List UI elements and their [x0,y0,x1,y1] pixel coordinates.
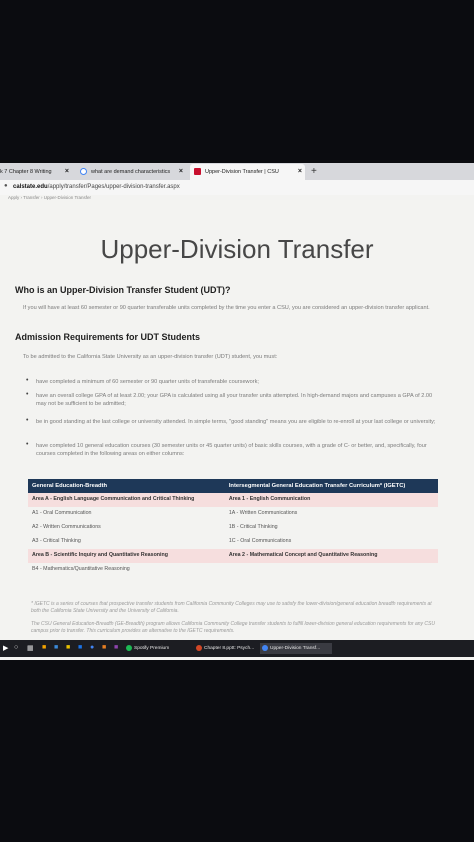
url-path: /apply/transfer/Pages/upper-division-tra… [47,184,180,190]
table-cell: 1B - Critical Thinking [228,524,278,530]
table-row: B4 - Mathematics/Quantitative Reasoning [28,563,438,577]
column-header: Intersegmental General Education Transfe… [224,479,438,493]
table-row: A2 - Written Communications 1B - Critica… [28,521,438,535]
browser-window: k 7 Chapter 8 Writing × what are demand … [0,163,474,660]
tab-label: k 7 Chapter 8 Writing [0,169,52,175]
word-icon[interactable]: ■ [78,644,82,651]
breadcrumb[interactable]: Apply › Transfer › Upper-Division Transf… [8,195,91,200]
taskbar: ▶ ○ ▦ ■ ■ ■ ■ ● ■ ■ Spotify Premium Chap… [0,640,474,657]
table-cell [225,563,438,577]
close-tab-icon[interactable]: × [65,164,69,180]
table-row: A1 - Oral Communication 1A - Written Com… [28,507,438,521]
tab-label: what are demand characteristics [91,169,171,175]
csu-favicon-icon [194,168,201,176]
app-icon[interactable]: ■ [114,644,118,651]
url-text: calstate.edu/apply/transfer/Pages/upper-… [13,182,180,193]
column-header: General Education-Breadth [28,479,225,493]
taskbar-app-label: Chapter 8.pptt: Psych... [204,646,255,651]
bullet-icon: • [26,417,29,424]
powerpoint-icon [196,645,202,651]
address-bar[interactable]: ● calstate.edu/apply/transfer/Pages/uppe… [0,180,474,195]
taskbar-app-browser[interactable]: Upper-Division Transf... [260,643,332,654]
table-row: A3 - Critical Thinking 1C - Oral Communi… [28,535,438,549]
close-tab-icon[interactable]: × [179,164,183,180]
admission-requirements-heading: Admission Requirements for UDT Students [15,332,201,342]
taskbar-app-spotify[interactable]: Spotify Premium [124,643,192,654]
page-title: Upper-Division Transfer [100,234,374,264]
table-cell: A3 - Critical Thinking [32,538,81,544]
udt-definition-text: If you will have at least 60 semester or… [23,305,430,311]
store-icon[interactable]: ■ [54,644,58,651]
chrome-icon [262,645,268,651]
bullet-icon: • [26,441,29,448]
tab-label: Upper-Division Transfer | CSU [205,169,279,175]
udt-question-heading: Who is an Upper-Division Transfer Studen… [15,285,231,295]
tab-upper-division-transfer[interactable]: Upper-Division Transfer | CSU × [190,164,305,180]
ge-requirements-table: General Education-Breadth Intersegmental… [28,479,438,577]
table-cell: B4 - Mathematics/Quantitative Reasoning [32,566,130,572]
bullet-icon: • [26,377,29,384]
tab-chapter-8-writing[interactable]: k 7 Chapter 8 Writing × [0,164,72,180]
google-icon [80,168,87,176]
table-cell: 1A - Written Communications [228,510,298,516]
table-cell: Area 2 - Mathematical Concept and Quanti… [224,549,438,563]
ge-breadth-footnote: The CSU General Education-Breadth (GE-Br… [31,621,435,634]
bullet-icon: • [26,391,29,398]
taskbar-app-label: Spotify Premium [134,646,170,651]
table-cell: Area B - Scientific Inquiry and Quantita… [28,549,225,563]
mail-icon[interactable]: ■ [66,644,70,651]
table-row: Area A - English Language Communication … [28,493,438,507]
taskbar-app-powerpoint[interactable]: Chapter 8.pptt: Psych... [194,643,258,654]
url-domain: calstate.edu [13,184,48,190]
table-cell: A1 - Oral Communication [32,510,92,516]
igetc-footnote: * IGETC is a series of courses that pros… [31,601,432,614]
table-cell: A2 - Written Communications [32,524,101,530]
table-cell: 1C - Oral Communications [228,538,292,544]
folder-icon[interactable]: ■ [42,644,46,651]
requirement-item: have an overall college GPA of at least … [36,393,433,407]
search-icon[interactable]: ○ [14,644,18,651]
start-icon[interactable]: ▶ [3,644,8,652]
requirement-item: have completed 10 general education cour… [36,443,427,457]
table-cell: Area A - English Language Communication … [28,493,225,507]
new-tab-button[interactable]: + [311,163,317,180]
table-row: Area B - Scientific Inquiry and Quantita… [28,549,438,563]
tab-demand-characteristics[interactable]: what are demand characteristics × [76,164,186,180]
requirement-item: be in good standing at the last college … [36,419,436,425]
close-tab-icon[interactable]: × [298,164,302,180]
lock-icon: ● [4,183,8,189]
app-icon[interactable]: ■ [102,644,106,651]
requirements-intro: To be admitted to the California State U… [23,354,278,360]
tab-bar: k 7 Chapter 8 Writing × what are demand … [0,163,474,180]
table-header-row: General Education-Breadth Intersegmental… [28,479,438,493]
table-cell: Area 1 - English Communication [224,493,438,507]
spotify-icon [126,645,132,651]
browser-icon[interactable]: ● [90,644,94,651]
task-view-icon[interactable]: ▦ [27,644,34,652]
requirement-item: have completed a minimum of 60 semester … [36,379,259,385]
taskbar-app-label: Upper-Division Transf... [270,646,321,651]
